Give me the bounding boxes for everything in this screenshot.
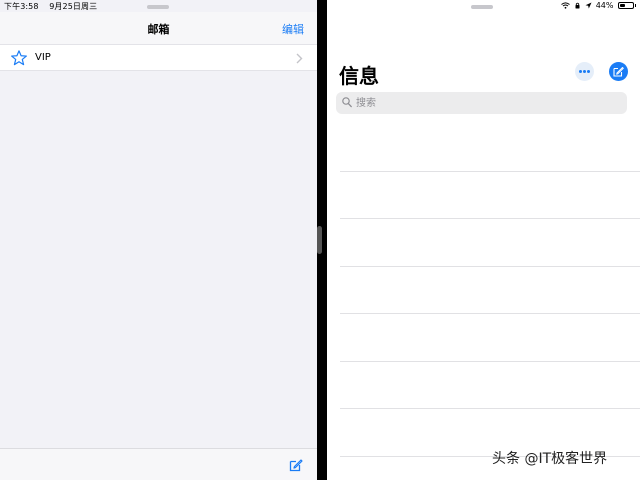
- mail-bottom-toolbar: [0, 448, 317, 480]
- messages-pane: 44% 信息: [327, 0, 640, 480]
- messages-window-grabber[interactable]: [471, 5, 493, 9]
- watermark-text: 头条 @IT极客世界: [492, 451, 608, 467]
- mail-title: 邮箱: [147, 23, 170, 36]
- messages-title: 信息: [339, 64, 379, 88]
- status-time: 下午3:58: [4, 2, 39, 11]
- status-bar-left: 下午3:58 9月25日周三: [4, 1, 105, 12]
- list-separator: [340, 171, 640, 172]
- list-separator: [340, 313, 640, 314]
- list-separator: [340, 218, 640, 219]
- compose-icon: [613, 67, 624, 77]
- ellipsis-icon: [579, 70, 582, 73]
- edit-button[interactable]: 编辑: [282, 21, 304, 37]
- list-separator: [340, 408, 640, 409]
- rotation-lock-icon: [575, 2, 580, 9]
- battery-percent: 44%: [595, 1, 614, 10]
- split-view-divider-handle[interactable]: [317, 226, 322, 254]
- search-icon: [342, 97, 352, 108]
- ellipsis-icon: [583, 70, 586, 73]
- mailbox-row-label: VIP: [35, 52, 51, 63]
- wifi-icon: [560, 2, 570, 9]
- battery-cap: [634, 4, 636, 7]
- ellipsis-icon: [587, 70, 590, 73]
- battery-level: [619, 4, 625, 7]
- location-icon: [585, 2, 592, 9]
- status-date: 9月25日周三: [49, 2, 98, 11]
- list-separator: [340, 361, 640, 362]
- battery-icon: [617, 2, 634, 9]
- status-bar-right: 44%: [560, 1, 636, 10]
- more-options-button[interactable]: [575, 62, 594, 81]
- mailbox-row-vip[interactable]: VIP: [0, 44, 317, 71]
- list-separator: [340, 266, 640, 267]
- mail-pane: 下午3:58 9月25日周三 邮箱 编辑 VIP: [0, 0, 317, 480]
- split-view-screen: 下午3:58 9月25日周三 邮箱 编辑 VIP 44% 信息 搜索 头条 @I…: [0, 0, 640, 480]
- compose-icon[interactable]: [289, 458, 303, 472]
- mail-window-grabber[interactable]: [147, 5, 169, 9]
- star-icon: [11, 50, 27, 66]
- search-input[interactable]: [354, 92, 614, 114]
- chevron-right-icon: [296, 53, 303, 64]
- new-message-button[interactable]: [609, 62, 628, 81]
- search-bar[interactable]: [336, 92, 627, 114]
- mail-nav-bar: 邮箱 编辑: [0, 12, 317, 44]
